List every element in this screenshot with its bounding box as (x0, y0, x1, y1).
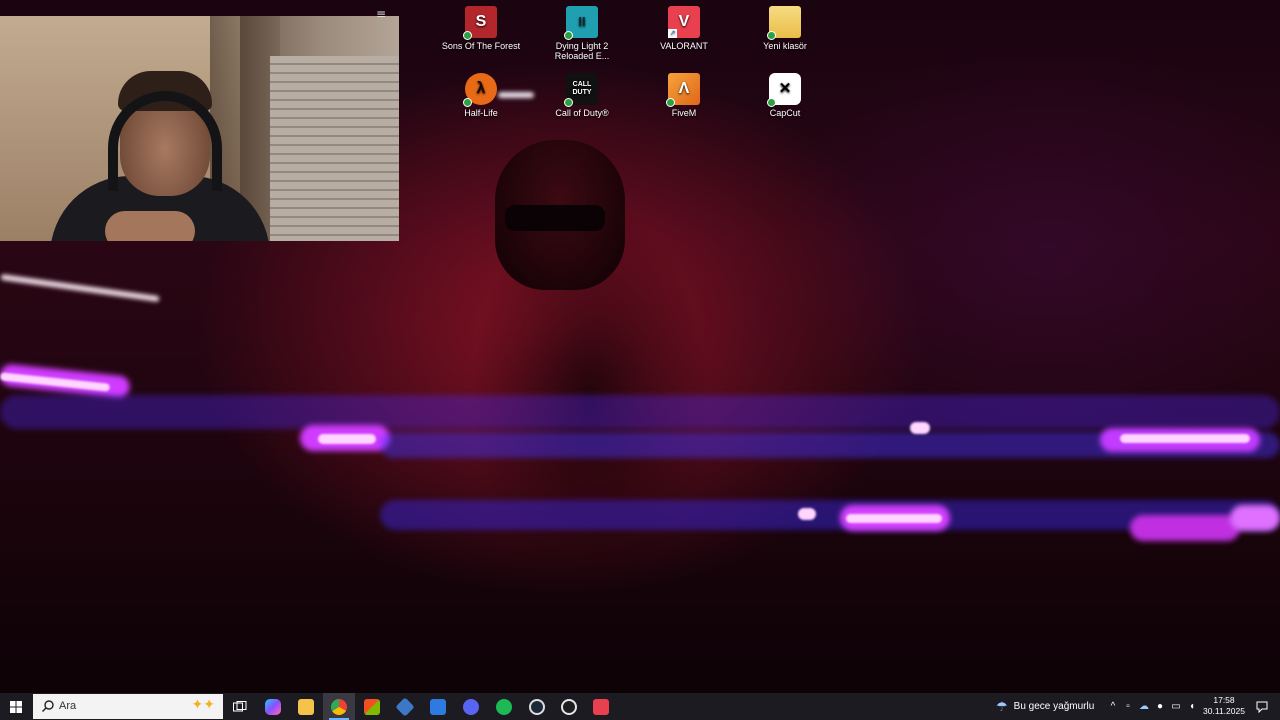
spotify-icon (496, 698, 512, 715)
blue-app-icon (395, 696, 415, 717)
desktop-icon-label: Sons Of The Forest (441, 41, 521, 51)
sync-check-icon (463, 31, 472, 40)
folder-icon (767, 6, 801, 40)
valorant-icon: V ↗ (668, 6, 700, 38)
neon-streak (0, 273, 160, 303)
neon-streak (846, 514, 942, 523)
network-icon[interactable]: ▭ (1168, 701, 1184, 712)
system-tray: ^ ▫ ☁ ● ▭ ◖ (1106, 693, 1200, 720)
microsoft-store-button[interactable] (356, 693, 388, 720)
taskbar: Ara ✦✦ ☂ Bu gece yağmurlu ^ ▫ ☁ ● ▭ ◖ 17… (0, 693, 1280, 720)
neon-streak (1120, 434, 1250, 443)
show-hidden-icons-chevron-icon[interactable]: ^ (1106, 701, 1120, 712)
desktop-icon-fivem[interactable]: Λ FiveM (644, 69, 724, 118)
file-explorer-button[interactable] (290, 693, 322, 720)
clock-time: 17:58 (1213, 695, 1235, 705)
neon-streak (1230, 505, 1280, 531)
neon-streak (318, 434, 376, 444)
task-view-button[interactable] (224, 693, 256, 720)
desktop-icon-call-of-duty[interactable]: CALL DUTY Call of Duty® (542, 69, 622, 118)
tray-app-icon[interactable]: ▫ (1120, 701, 1136, 712)
desktop-icon-valorant[interactable]: V ↗ VALORANT (644, 2, 724, 51)
desktop-icon-sons-of-the-forest[interactable]: S Sons Of The Forest (441, 2, 521, 51)
clock-date: 30.11.2025 (1203, 706, 1245, 716)
weather-text: Bu gece yağmurlu (1013, 701, 1095, 712)
taskbar-search-box[interactable]: Ara ✦✦ (33, 694, 223, 719)
desktop-icon-half-life[interactable]: λ Half-Life (441, 69, 521, 118)
taskbar-clock[interactable]: 17:58 30.11.2025 (1200, 695, 1248, 717)
sync-check-icon (666, 98, 675, 107)
chrome-icon (331, 698, 347, 715)
sync-check-icon (564, 98, 573, 107)
desktop-icon-label: FiveM (671, 108, 697, 118)
neon-streak (798, 508, 816, 520)
desktop-icon-label: CapCut (769, 108, 801, 118)
desktop-icon-label: VALORANT (660, 41, 708, 51)
wallpaper-sunglasses (505, 205, 605, 231)
folder-icon (298, 698, 314, 715)
desktop-icon-capcut[interactable]: ✕ CapCut (745, 69, 825, 118)
half-life-icon: λ (463, 73, 497, 107)
obs-button[interactable] (553, 693, 585, 720)
chrome-button[interactable] (323, 693, 355, 720)
call-of-duty-icon: CALL DUTY (564, 73, 598, 107)
umbrella-icon: ☂ (996, 698, 1008, 714)
discord-icon (463, 698, 479, 715)
discord-button[interactable] (455, 693, 487, 720)
microphone-icon[interactable]: ● (1152, 701, 1168, 712)
steam-icon (529, 698, 545, 715)
sync-check-icon (564, 31, 573, 40)
neon-streak (910, 422, 930, 434)
blue-app-button[interactable] (389, 693, 421, 720)
dying-light-2-icon: II (564, 6, 598, 40)
windows-logo-icon (10, 700, 22, 713)
fivem-icon: Λ (666, 73, 700, 107)
volume-icon[interactable]: ◖ (1184, 701, 1200, 712)
desktop-icon-yeni-klasor[interactable]: Yeni klasör (745, 2, 825, 51)
start-button[interactable] (0, 693, 32, 720)
onedrive-icon[interactable]: ☁ (1136, 701, 1152, 712)
webcam-person-hand (105, 211, 195, 241)
capcut-icon: ✕ (767, 73, 801, 107)
neon-streak (1130, 515, 1240, 541)
desktop-icon-dying-light-2[interactable]: II Dying Light 2 Reloaded E... (542, 2, 622, 61)
sync-check-icon (463, 98, 472, 107)
valorant-taskbar-button[interactable] (585, 693, 617, 720)
copilot-button[interactable] (257, 693, 289, 720)
webcam-overlay[interactable] (0, 16, 399, 241)
mail-icon (430, 698, 446, 715)
desktop-icon-label: Yeni klasör (763, 41, 807, 51)
search-highlight-icon: ✦✦ (191, 697, 215, 713)
search-icon (42, 700, 54, 712)
mail-button[interactable] (422, 693, 454, 720)
task-view-icon (233, 700, 247, 711)
shortcut-arrow-icon: ↗ (668, 29, 677, 38)
obs-icon (561, 698, 577, 715)
notification-center-button[interactable] (1246, 693, 1278, 720)
neon-streak (0, 395, 1280, 429)
desktop-icon-label: Call of Duty® (555, 108, 609, 118)
desktop-icon-label: Half-Life (464, 108, 498, 118)
notification-icon (1256, 701, 1268, 713)
hidden-desktop-icon[interactable]: ≡ (366, 7, 396, 21)
sync-check-icon (767, 31, 776, 40)
sync-check-icon (767, 98, 776, 107)
search-placeholder: Ara (59, 700, 77, 712)
webcam-window-blinds (270, 56, 399, 241)
store-icon (364, 698, 380, 715)
sons-of-the-forest-icon: S (463, 6, 497, 40)
valorant-icon (593, 698, 609, 715)
spotify-button[interactable] (488, 693, 520, 720)
copilot-icon (265, 698, 281, 715)
steam-button[interactable] (521, 693, 553, 720)
weather-widget[interactable]: ☂ Bu gece yağmurlu (996, 693, 1094, 720)
desktop-icon-label: Dying Light 2 Reloaded E... (554, 41, 610, 61)
